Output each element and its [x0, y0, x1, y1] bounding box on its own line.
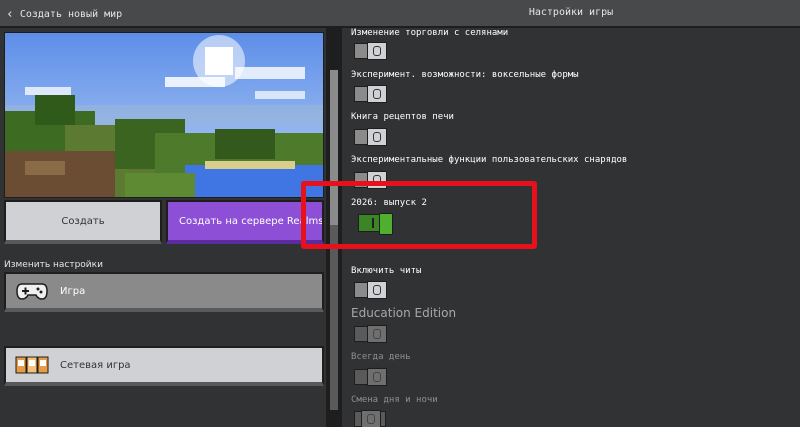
education-edition-heading: Education Edition — [351, 306, 457, 320]
left-scrollbar[interactable] — [326, 28, 342, 427]
toggle-knob — [379, 213, 393, 235]
toggle-enable-cheats[interactable] — [354, 281, 387, 299]
left-panel: Создать Создать на сервере Realms Измени… — [0, 28, 326, 427]
change-settings-label: Изменить настройки — [4, 260, 103, 270]
settings-multiplayer-label: Сетевая игра — [60, 359, 131, 371]
create-button[interactable]: Создать — [4, 200, 162, 244]
toggle-knob — [367, 325, 387, 343]
toggle-knob — [367, 171, 387, 189]
settings-game-button[interactable]: Игра — [4, 272, 324, 312]
scroll-thumb[interactable] — [330, 70, 338, 225]
toggle-knob — [367, 42, 387, 60]
toggle-villager-trade[interactable] — [354, 42, 387, 60]
chevron-left-icon: ‹ — [6, 6, 14, 22]
option-label-villager-trade: Изменение торговли с селянами — [351, 28, 509, 38]
page-title: Настройки игры — [528, 7, 614, 18]
toggle-on-mark — [372, 218, 374, 228]
settings-multiplayer-button[interactable]: Сетевая игра — [4, 346, 324, 386]
option-label-furnace-recipe-book: Книга рецептов печи — [351, 112, 454, 122]
toggle-education-feature — [354, 325, 387, 343]
toggle-daylight-cycle — [354, 410, 386, 427]
toggle-furnace-recipe-book[interactable] — [354, 128, 387, 146]
world-preview-landscape — [5, 33, 323, 197]
toggle-knob — [367, 128, 387, 146]
toggle-knob — [367, 368, 387, 386]
toggle-knob — [361, 410, 381, 427]
option-label-voxel-shapes: Эксперимент. возможности: воксельные фор… — [351, 70, 579, 80]
game-settings-list: Изменение торговли с селянами Эксперимен… — [342, 28, 800, 427]
option-label-custom-projectiles: Экспериментальные функции пользовательск… — [351, 155, 628, 165]
toggle-knob — [367, 281, 387, 299]
option-label-enable-cheats: Включить читы — [351, 266, 422, 276]
toggle-2026-drop-2[interactable] — [358, 213, 393, 235]
multiplayer-icon — [14, 353, 50, 377]
option-label-daylight-cycle: Смена дня и ночи — [351, 395, 438, 405]
option-label-2026-drop-2: 2026: выпуск 2 — [351, 198, 427, 208]
settings-game-label: Игра — [60, 285, 86, 297]
top-bar: ‹ Создать новый мир Настройки игры — [0, 0, 800, 28]
toggle-voxel-shapes[interactable] — [354, 85, 387, 103]
back-button-label: Создать новый мир — [19, 8, 123, 20]
world-preview-image — [4, 32, 324, 198]
option-label-always-day: Всегда день — [351, 352, 411, 362]
gamepad-icon — [14, 279, 50, 303]
toggle-always-day — [354, 368, 387, 386]
back-button[interactable]: ‹ Создать новый мир — [6, 5, 122, 23]
toggle-knob — [367, 85, 387, 103]
toggle-custom-projectiles[interactable] — [354, 171, 387, 189]
create-on-realms-button[interactable]: Создать на сервере Realms — [166, 200, 324, 244]
